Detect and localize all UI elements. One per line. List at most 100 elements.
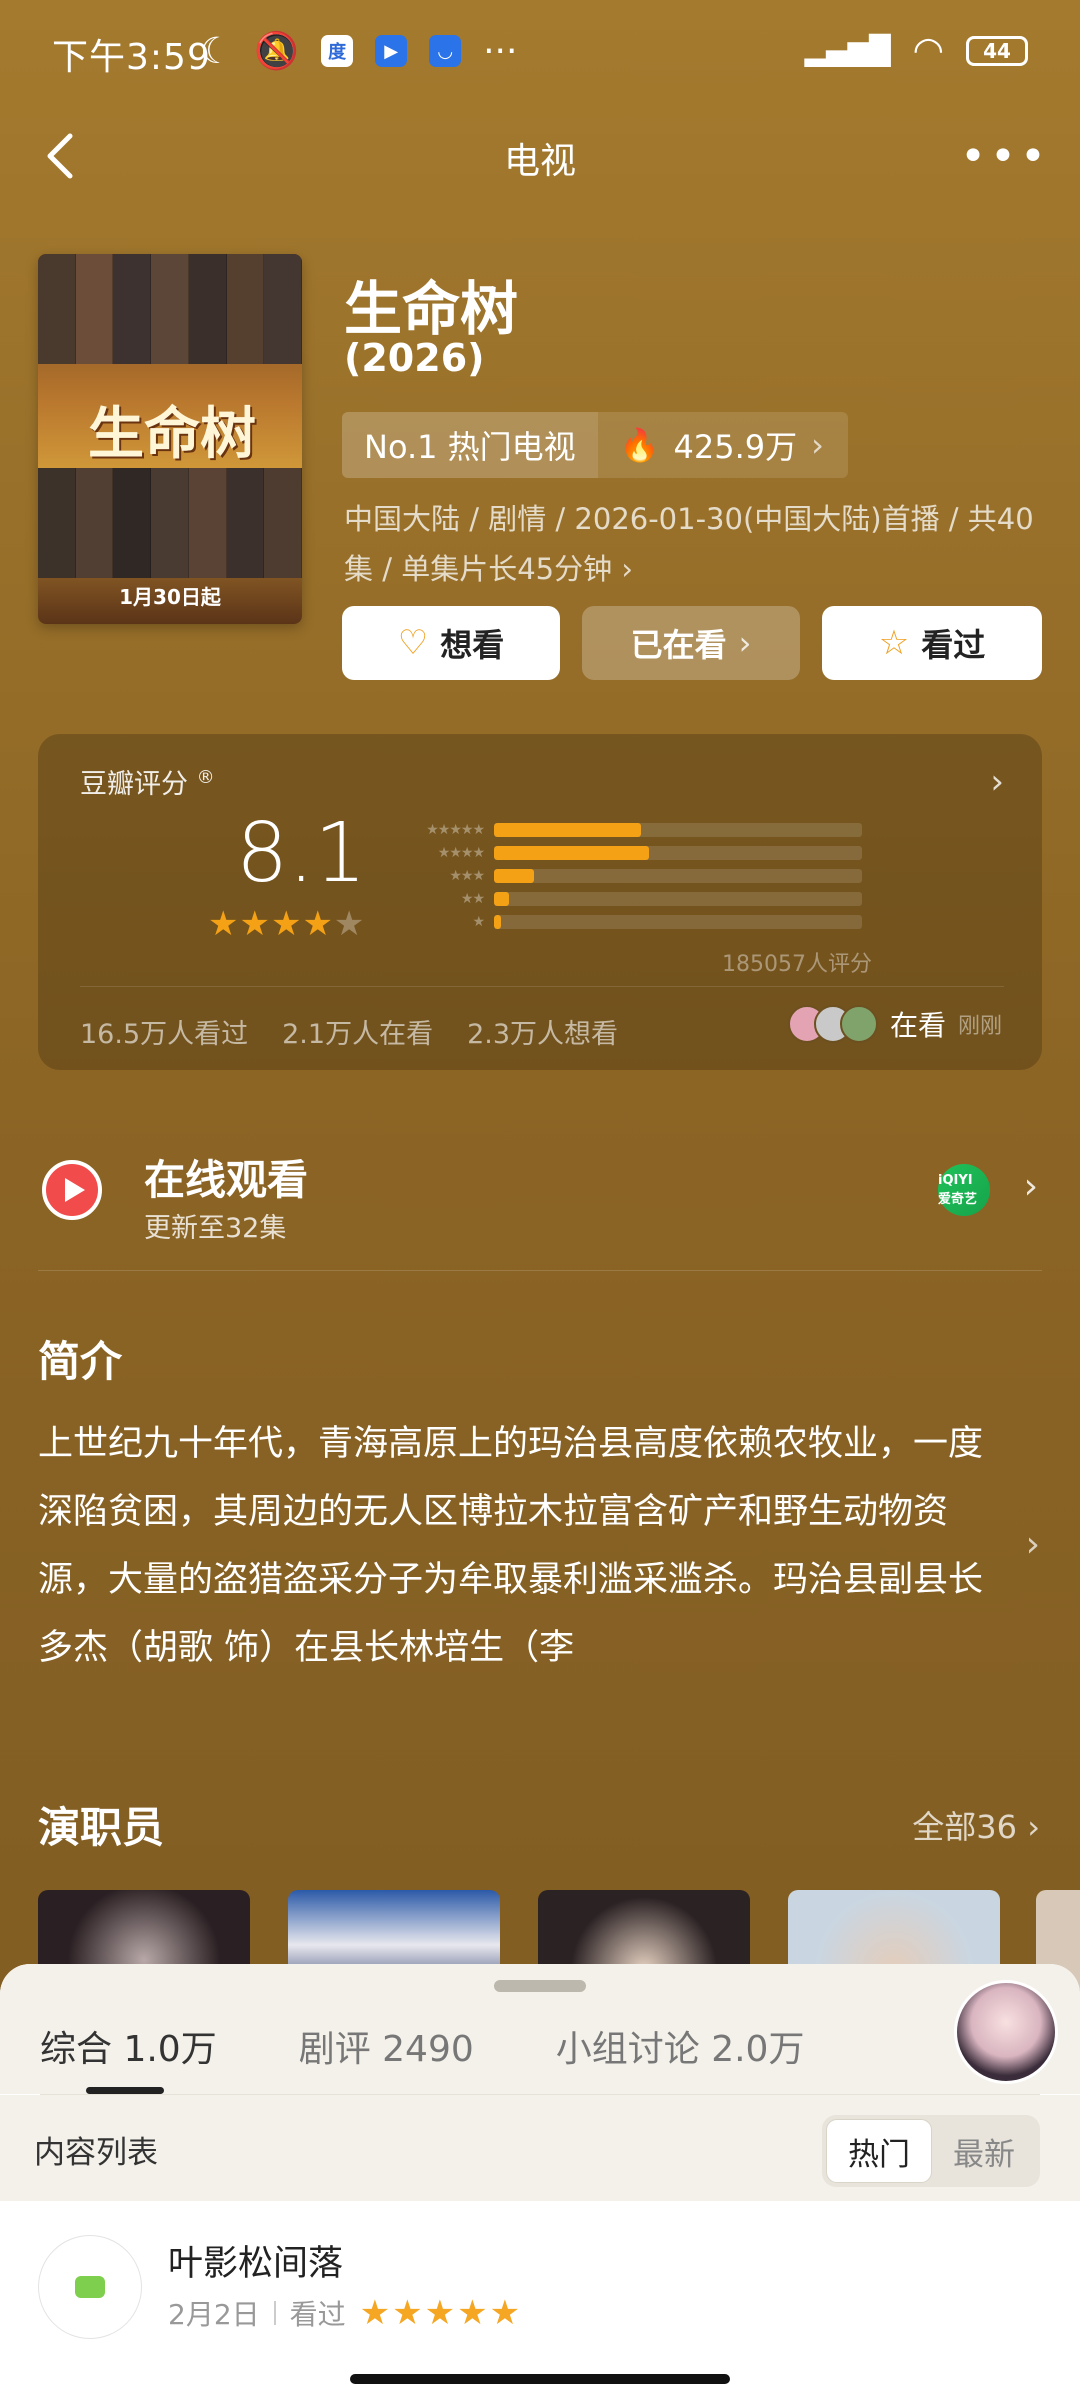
watched-label: 看过 — [921, 626, 986, 664]
review-author[interactable]: 叶影松间落 — [168, 2235, 343, 2286]
top-nav: 电视 ••• — [0, 110, 1080, 200]
want-to-watch-button[interactable]: ♡ 想看 — [342, 606, 560, 680]
registered-icon: ® — [196, 767, 215, 788]
watch-online-title: 在线观看 — [144, 1156, 308, 1204]
status-time: 下午3:59 — [52, 37, 211, 78]
status-left-icons: ☾ 🔕 度 ▶ ◡ ··· — [200, 30, 518, 73]
show-poster[interactable]: 生命树 1月30日起 — [38, 254, 302, 624]
chevron-right-icon: › — [990, 762, 1004, 802]
bottom-sheet: 综合 1.0万 剧评 2490 小组讨论 2.0万 内容列表 热门 最新 叶影松… — [0, 1964, 1080, 2400]
tab-reviews[interactable]: 剧评 2490 — [299, 2020, 474, 2072]
meta-separator — [273, 2301, 276, 2325]
rating-bar-stars: ★★★ — [449, 867, 485, 884]
watching-label: 已在看 — [630, 626, 727, 664]
rating-bar-track — [494, 845, 862, 860]
taobao-icon: ◡ — [429, 35, 462, 67]
more-dots-icon: ··· — [483, 30, 518, 72]
content-list-header: 内容列表 热门 最新 — [0, 2095, 1080, 2201]
assistant-avatar[interactable] — [954, 1980, 1058, 2084]
heart-plus-icon: ♡ — [397, 623, 429, 663]
battery-icon: 44 — [966, 35, 1028, 66]
rating-bar-stars: ★★★★ — [437, 844, 485, 861]
show-title: 生命树 — [344, 275, 519, 343]
show-meta-text: 中国大陆 / 剧情 / 2026-01-30(中国大陆)首播 / 共40集 / … — [344, 502, 1034, 586]
drag-handle[interactable] — [494, 1980, 586, 1992]
avatar[interactable] — [38, 2235, 142, 2339]
more-button[interactable]: ••• — [960, 126, 1046, 186]
baidu-icon: 度 — [321, 35, 354, 67]
poster-bottom-faces — [38, 468, 302, 578]
rating-bar-stars: ★ — [472, 913, 485, 930]
rating-stars: ★★★★★ — [208, 904, 365, 944]
wifi-icon: ◠ — [912, 30, 944, 71]
bell-off-icon: 🔕 — [254, 31, 300, 72]
show-meta[interactable]: 中国大陆 / 剧情 / 2026-01-30(中国大陆)首播 / 共40集 / … — [344, 494, 1044, 594]
friends-time: 刚刚 — [957, 1014, 1002, 1039]
show-year: (2026) — [344, 336, 485, 380]
rating-bar-fill — [494, 845, 649, 860]
rating-bar-row: ★★★★★ — [398, 818, 862, 841]
avatar — [839, 1005, 878, 1043]
rank-badge[interactable]: No.1 热门电视 🔥 425.9万 › — [342, 412, 848, 478]
moon-icon: ☾ — [200, 30, 233, 72]
sort-toggle: 热门 最新 — [822, 2115, 1040, 2187]
heat-value: 425.9万 — [673, 428, 798, 466]
watch-online-subtitle: 更新至32集 — [144, 1213, 287, 1244]
rating-stars-empty: ★ — [333, 904, 366, 944]
heat-value-container: 🔥 425.9万 › — [597, 412, 848, 478]
sort-latest-button[interactable]: 最新 — [932, 2119, 1036, 2183]
cast-all-label: 全部36 — [912, 1808, 1018, 1846]
tab-group-discussion[interactable]: 小组讨论 2.0万 — [556, 2020, 805, 2072]
battery-level: 44 — [983, 38, 1011, 63]
rating-bar-row: ★ — [398, 910, 862, 933]
sort-hot-button[interactable]: 热门 — [826, 2119, 932, 2183]
rating-bar-fill — [494, 822, 642, 837]
content-list-label: 内容列表 — [34, 2135, 158, 2171]
watched-button[interactable]: ☆ 看过 — [822, 606, 1042, 680]
star-outline-icon: ☆ — [878, 623, 910, 663]
watch-online-row[interactable]: 在线观看 更新至32集 iQIYI 爱奇艺 › — [38, 1136, 1042, 1246]
review-status: 看过 — [289, 2298, 346, 2331]
rating-bar-track — [494, 868, 862, 883]
synopsis-title: 简介 — [38, 1337, 123, 1386]
play-icon — [42, 1160, 102, 1220]
poster-title: 生命树 — [88, 401, 256, 467]
stat-watching: 2.1万人在看 — [282, 1019, 434, 1050]
review-item[interactable]: 叶影松间落 2月2日 看过 ★★★★★ — [0, 2201, 1080, 2400]
signal-icon: ▂▄▆█ — [804, 34, 891, 67]
status-right-icons: ▂▄▆█ ◠ 44 — [804, 30, 1028, 71]
chevron-right-icon: › — [1023, 1166, 1038, 1207]
iqiyi-icon: iQIYI 爱奇艺 — [938, 1164, 990, 1216]
chevron-right-icon: › — [1027, 1808, 1040, 1846]
tab-indicator — [86, 2087, 164, 2094]
chevron-right-icon: › — [738, 624, 752, 662]
cast-all-link[interactable]: 全部36 › — [912, 1802, 1040, 1848]
rating-bar-track — [494, 891, 862, 906]
poster-date: 1月30日起 — [119, 585, 221, 609]
section-divider — [38, 1270, 1042, 1271]
rating-bar-row: ★★★ — [398, 864, 862, 887]
synopsis-text[interactable]: 上世纪九十年代，青海高原上的玛治县高度依赖农牧业，一度深陷贫困，其周边的无人区博… — [38, 1410, 988, 1682]
user-avatar-icon — [75, 2276, 105, 2298]
flame-icon: 🔥 — [619, 426, 660, 464]
rating-stars-filled: ★★★★ — [208, 904, 334, 944]
friends-activity[interactable]: 在看 刚刚 — [787, 1004, 1002, 1044]
chevron-right-icon[interactable]: › — [1026, 1524, 1040, 1565]
rank-label: No.1 热门电视 — [342, 412, 598, 478]
watching-button[interactable]: 已在看 › — [582, 606, 800, 680]
rating-count: 185057人评分 — [722, 952, 872, 977]
home-indicator[interactable] — [350, 2374, 730, 2384]
chevron-right-icon: › — [621, 552, 633, 586]
review-date: 2月2日 — [168, 2298, 260, 2331]
rating-card[interactable]: 豆瓣评分 ® › 8.1 ★★★★★ ★★★★★ ★★★★ ★★★ ★★ ★ 18505… — [38, 734, 1042, 1070]
tab-overview[interactable]: 综合 1.0万 — [40, 2020, 217, 2072]
status-bar: 下午3:59 ☾ 🔕 度 ▶ ◡ ··· ▂▄▆█ ◠ 44 — [0, 0, 1080, 98]
friends-status: 在看 — [889, 1009, 946, 1042]
video-icon: ▶ — [375, 35, 408, 67]
rating-bar-row: ★★ — [398, 887, 862, 910]
rating-label: 豆瓣评分 ® — [80, 762, 215, 801]
poster-top-faces — [38, 254, 302, 364]
rating-bar-track — [494, 914, 862, 929]
rating-divider — [80, 986, 1004, 987]
review-meta: 2月2日 看过 ★★★★★ — [168, 2293, 522, 2333]
